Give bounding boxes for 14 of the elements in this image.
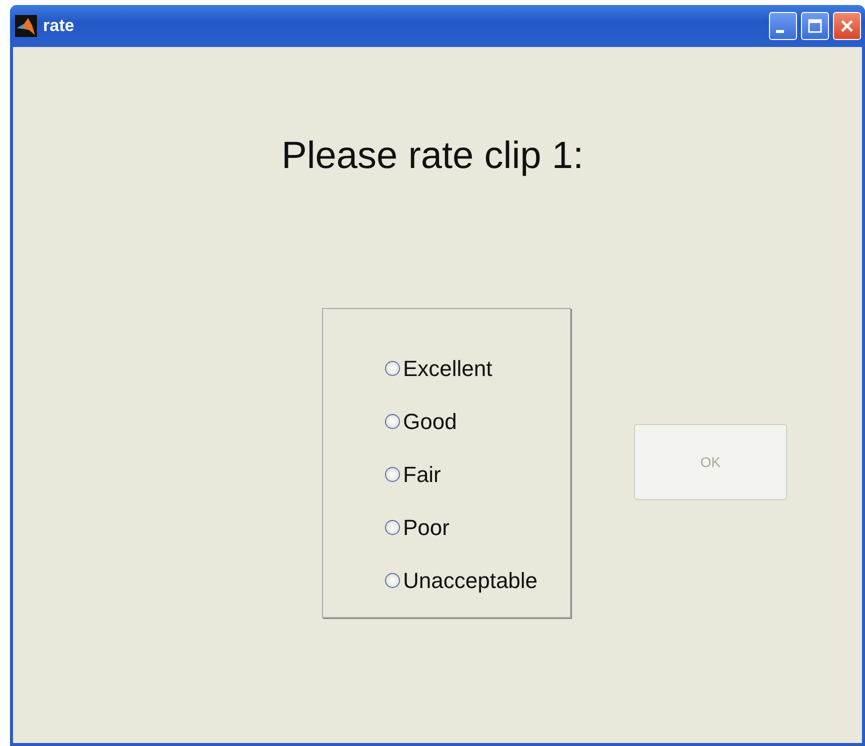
close-icon [839, 18, 855, 34]
maximize-button[interactable] [801, 12, 829, 40]
app-icon [15, 15, 37, 37]
minimize-icon [776, 30, 784, 32]
minimize-button[interactable] [769, 12, 797, 40]
rating-radio-option[interactable]: Unacceptable [385, 554, 538, 607]
rating-radio-option[interactable]: Excellent [385, 342, 492, 395]
rating-radio-option[interactable]: Fair [385, 448, 441, 501]
rating-radio-option[interactable]: Good [385, 395, 457, 448]
maximize-icon [807, 18, 823, 34]
window-title: rate [43, 16, 76, 36]
prompt-heading: Please rate clip 1: [280, 134, 585, 178]
close-button[interactable] [833, 12, 861, 40]
rating-radio-option[interactable]: Poor [385, 501, 450, 554]
